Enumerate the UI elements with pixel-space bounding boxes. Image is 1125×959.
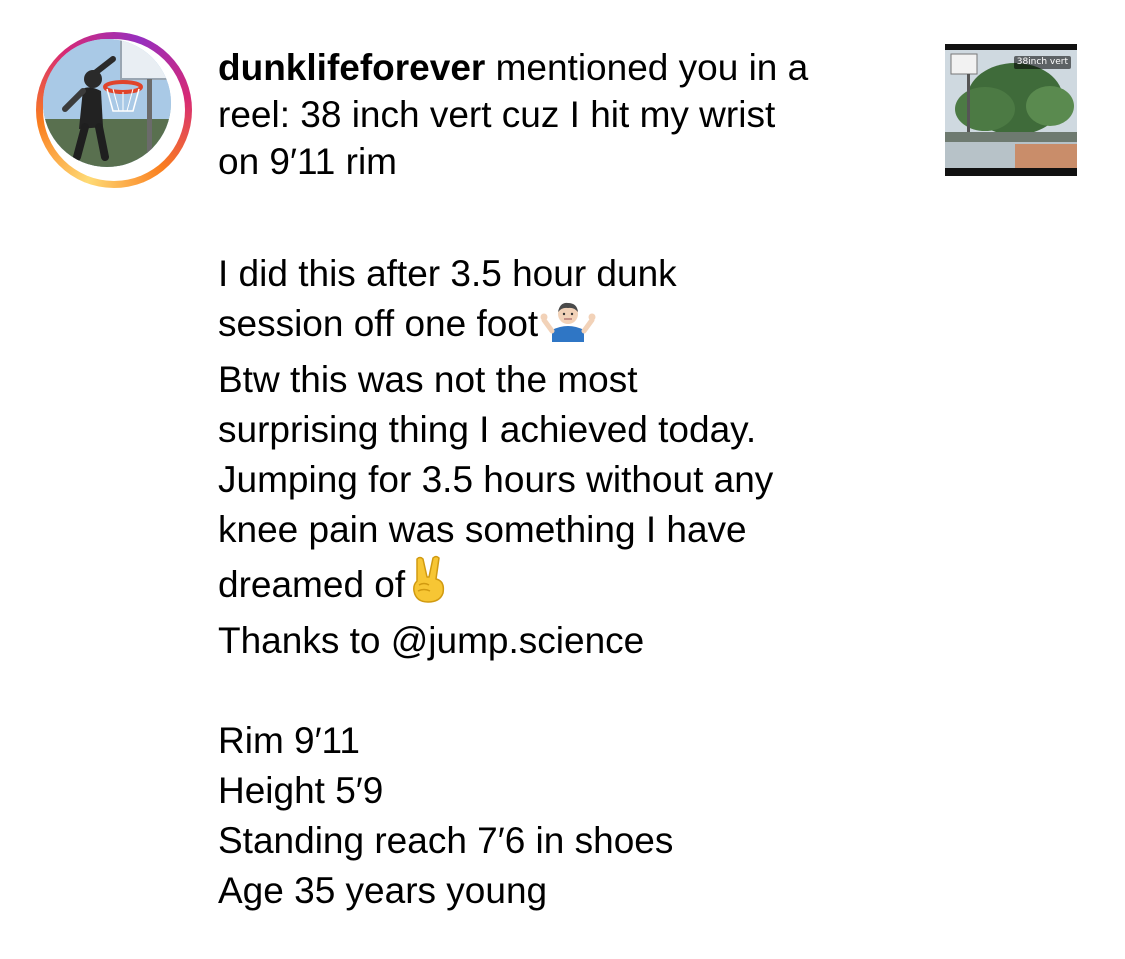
notification-text[interactable]: dunklifeforever mentioned you in a reel:… xyxy=(218,44,918,185)
caption-line: dreamed of xyxy=(218,555,1078,616)
caption-body: I did this after 3.5 hour dunk session o… xyxy=(218,249,1078,916)
stat-line: Rim 9′11 xyxy=(218,720,360,761)
avatar-image xyxy=(43,39,171,167)
notification-line-2: reel: 38 inch vert cuz I hit my wrist xyxy=(218,94,776,135)
mention-line[interactable]: Thanks to @jump.science xyxy=(218,616,1078,666)
caption-line: knee pain was something I have xyxy=(218,509,747,550)
caption-line-text: session off one foot xyxy=(218,303,539,344)
avatar[interactable] xyxy=(43,39,171,167)
stat-line: Age 35 years young xyxy=(218,870,548,911)
stat-line: Height 5′9 xyxy=(218,770,384,811)
caption-line: I did this after 3.5 hour dunk xyxy=(218,253,677,294)
notification-line-3: on 9′11 rim xyxy=(218,141,398,182)
stat-line: Standing reach 7′6 in shoes xyxy=(218,820,674,861)
caption-line: Jumping for 3.5 hours without any xyxy=(218,459,774,500)
reel-caption: 38inch vert xyxy=(1013,56,1071,69)
story-ring[interactable] xyxy=(36,32,192,188)
notification-action: mentioned you in a xyxy=(485,47,809,88)
caption-line: surprising thing I achieved today. xyxy=(218,409,757,450)
username[interactable]: dunklifeforever xyxy=(218,47,485,88)
victory-hand-emoji-icon xyxy=(407,555,449,616)
caption-line-text: dreamed of xyxy=(218,564,406,605)
caption-line: session off one foot xyxy=(218,299,1078,355)
caption-line: Btw this was not the most xyxy=(218,359,638,400)
reel-thumbnail[interactable]: 38inch vert xyxy=(945,44,1077,176)
shrug-emoji-icon xyxy=(540,300,596,355)
